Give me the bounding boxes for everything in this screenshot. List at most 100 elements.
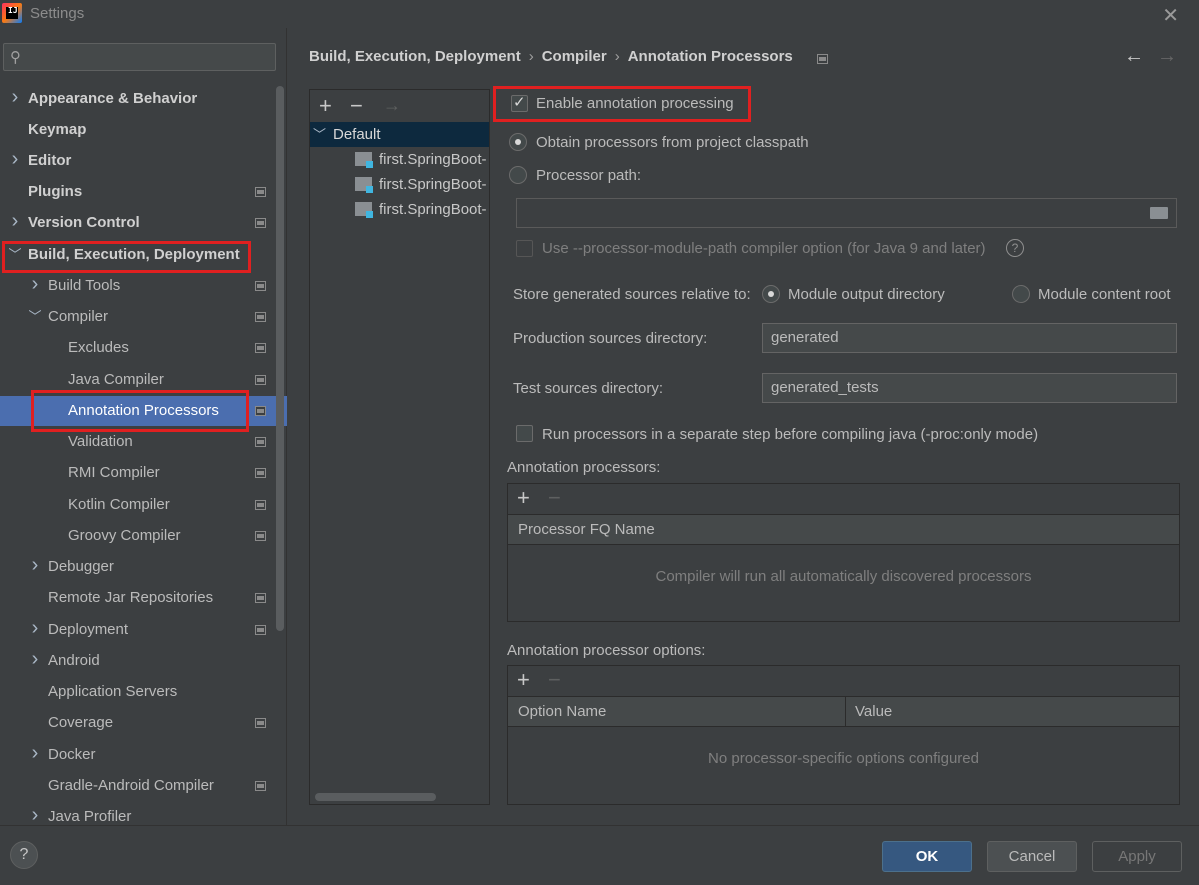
processor-path-label[interactable]: Processor path: [536, 167, 641, 184]
chevron-down-icon[interactable]: ﹀ [313, 122, 326, 147]
project-scope-icon [255, 781, 266, 791]
project-scope-icon [255, 312, 266, 322]
column-header[interactable]: Processor FQ Name [518, 515, 655, 544]
sidebar-item-label: Deployment [48, 621, 129, 638]
folder-icon[interactable] [1150, 207, 1168, 219]
apply-button[interactable]: Apply [1092, 841, 1182, 872]
breadcrumb: Build, Execution, Deployment › Compiler › An… [309, 48, 793, 65]
processor-path-field[interactable] [516, 198, 1177, 228]
sidebar-item-android[interactable]: › Android [0, 646, 287, 676]
project-scope-icon [255, 718, 266, 728]
breadcrumb-separator: › [528, 48, 534, 65]
sidebar-item-coverage[interactable]: Coverage [0, 708, 287, 738]
chevron-down-icon[interactable]: ﹀ [28, 302, 42, 332]
sidebar-item-label: Gradle-Android Compiler [48, 777, 214, 794]
project-scope-icon [255, 500, 266, 510]
sidebar-item-label: Plugins [28, 183, 83, 200]
column-divider[interactable] [845, 697, 846, 727]
search-icon: ⚲ [10, 49, 21, 66]
add-profile-button[interactable]: + [319, 93, 332, 119]
processor-path-radio[interactable] [509, 166, 527, 184]
chevron-right-icon[interactable]: › [28, 550, 42, 580]
sidebar-item-build-tools[interactable]: › Build Tools [0, 271, 287, 301]
module-output-directory-radio[interactable] [762, 285, 780, 303]
forward-arrow-icon[interactable]: → [1157, 45, 1177, 68]
production-sources-field[interactable]: generated [762, 323, 1177, 353]
sidebar-item-label: Build Tools [48, 277, 121, 294]
remove-profile-button[interactable]: − [350, 93, 363, 119]
profile-default[interactable]: ﹀ Default [310, 122, 489, 147]
column-header-option-name[interactable]: Option Name [518, 697, 606, 726]
title-bar: IJ Settings ✕ [0, 0, 1199, 28]
sidebar-item-application-servers[interactable]: Application Servers [0, 677, 287, 707]
obtain-from-classpath-label[interactable]: Obtain processors from project classpath [536, 134, 809, 151]
sidebar-item-plugins[interactable]: Plugins [0, 177, 287, 207]
highlight-box-enable [493, 86, 751, 122]
remove-processor-button[interactable]: − [548, 485, 561, 511]
remove-option-button[interactable]: − [548, 667, 561, 693]
add-option-button[interactable]: + [517, 667, 530, 693]
obtain-from-classpath-radio[interactable] [509, 133, 527, 151]
sidebar-item-deployment[interactable]: › Deployment [0, 615, 287, 645]
sidebar-item-appearance-behavior[interactable]: › Appearance & Behavior [0, 84, 287, 114]
production-sources-label: Production sources directory: [513, 330, 708, 347]
processor-module-path-label[interactable]: Use --processor-module-path compiler opt… [542, 240, 986, 257]
sidebar-item-compiler[interactable]: ﹀ Compiler [0, 302, 287, 332]
store-generated-label: Store generated sources relative to: [513, 286, 751, 303]
run-separate-step-label[interactable]: Run processors in a separate step before… [542, 426, 1038, 443]
project-scope-icon [255, 406, 266, 416]
close-icon[interactable]: ✕ [1162, 3, 1179, 28]
sidebar-item-remote-jar-repositories[interactable]: Remote Jar Repositories [0, 583, 287, 613]
chevron-right-icon[interactable]: › [8, 144, 22, 174]
sidebar-item-kotlin-compiler[interactable]: Kotlin Compiler [0, 490, 287, 520]
breadcrumb-item[interactable]: Build, Execution, Deployment [309, 48, 521, 65]
window-title: Settings [30, 5, 85, 22]
sidebar-item-groovy-compiler[interactable]: Groovy Compiler [0, 521, 287, 551]
module-content-root-label[interactable]: Module content root [1038, 286, 1171, 303]
module-icon [355, 202, 373, 218]
sidebar-item-docker[interactable]: › Docker [0, 740, 287, 770]
sidebar-item-editor[interactable]: › Editor [0, 146, 287, 176]
sidebar-item-debugger[interactable]: › Debugger [0, 552, 287, 582]
back-arrow-icon[interactable]: ← [1124, 45, 1144, 68]
chevron-right-icon[interactable]: › [28, 269, 42, 299]
highlight-box-build [2, 241, 251, 273]
module-label: first.SpringBoot- [379, 151, 487, 168]
chevron-right-icon[interactable]: › [28, 738, 42, 768]
processor-module-path-checkbox[interactable] [516, 240, 533, 257]
sidebar-item-label: Kotlin Compiler [68, 496, 170, 513]
sidebar-item-rmi-compiler[interactable]: RMI Compiler [0, 458, 287, 488]
settings-search-input[interactable]: ⚲ [3, 43, 276, 71]
test-sources-field[interactable]: generated_tests [762, 373, 1177, 403]
help-button[interactable]: ? [10, 841, 38, 869]
help-icon[interactable]: ? [1006, 239, 1024, 257]
annotation-processors-table: + − Processor FQ Name Compiler will run … [507, 483, 1180, 622]
project-scope-icon [255, 187, 266, 197]
project-scope-icon [255, 218, 266, 228]
column-header-value[interactable]: Value [855, 697, 892, 726]
profiles-horizontal-scrollbar[interactable] [315, 793, 436, 801]
module-content-root-radio[interactable] [1012, 285, 1030, 303]
sidebar-item-keymap[interactable]: Keymap [0, 115, 287, 145]
sidebar-item-label: Docker [48, 746, 96, 763]
chevron-right-icon[interactable]: › [8, 206, 22, 236]
module-output-directory-label[interactable]: Module output directory [788, 286, 945, 303]
breadcrumb-item[interactable]: Compiler [542, 48, 607, 65]
chevron-right-icon[interactable]: › [28, 613, 42, 643]
sidebar-item-version-control[interactable]: › Version Control [0, 208, 287, 238]
empty-table-message: Compiler will run all automatically disc… [655, 568, 1032, 585]
sidebar-item-excludes[interactable]: Excludes [0, 333, 287, 363]
chevron-right-icon[interactable]: › [28, 644, 42, 674]
annotation-options-section-label: Annotation processor options: [507, 642, 706, 659]
run-separate-step-checkbox[interactable] [516, 425, 533, 442]
sidebar-item-gradle-android-compiler[interactable]: Gradle-Android Compiler [0, 771, 287, 801]
cancel-button[interactable]: Cancel [987, 841, 1077, 872]
project-scope-icon [255, 531, 266, 541]
add-processor-button[interactable]: + [517, 485, 530, 511]
module-icon [355, 177, 373, 193]
sidebar-item-label: Compiler [48, 308, 109, 325]
ok-button[interactable]: OK [882, 841, 972, 872]
move-to-profile-button[interactable]: → [383, 95, 401, 116]
sidebar-scrollbar[interactable] [276, 86, 284, 631]
chevron-right-icon[interactable]: › [8, 82, 22, 112]
